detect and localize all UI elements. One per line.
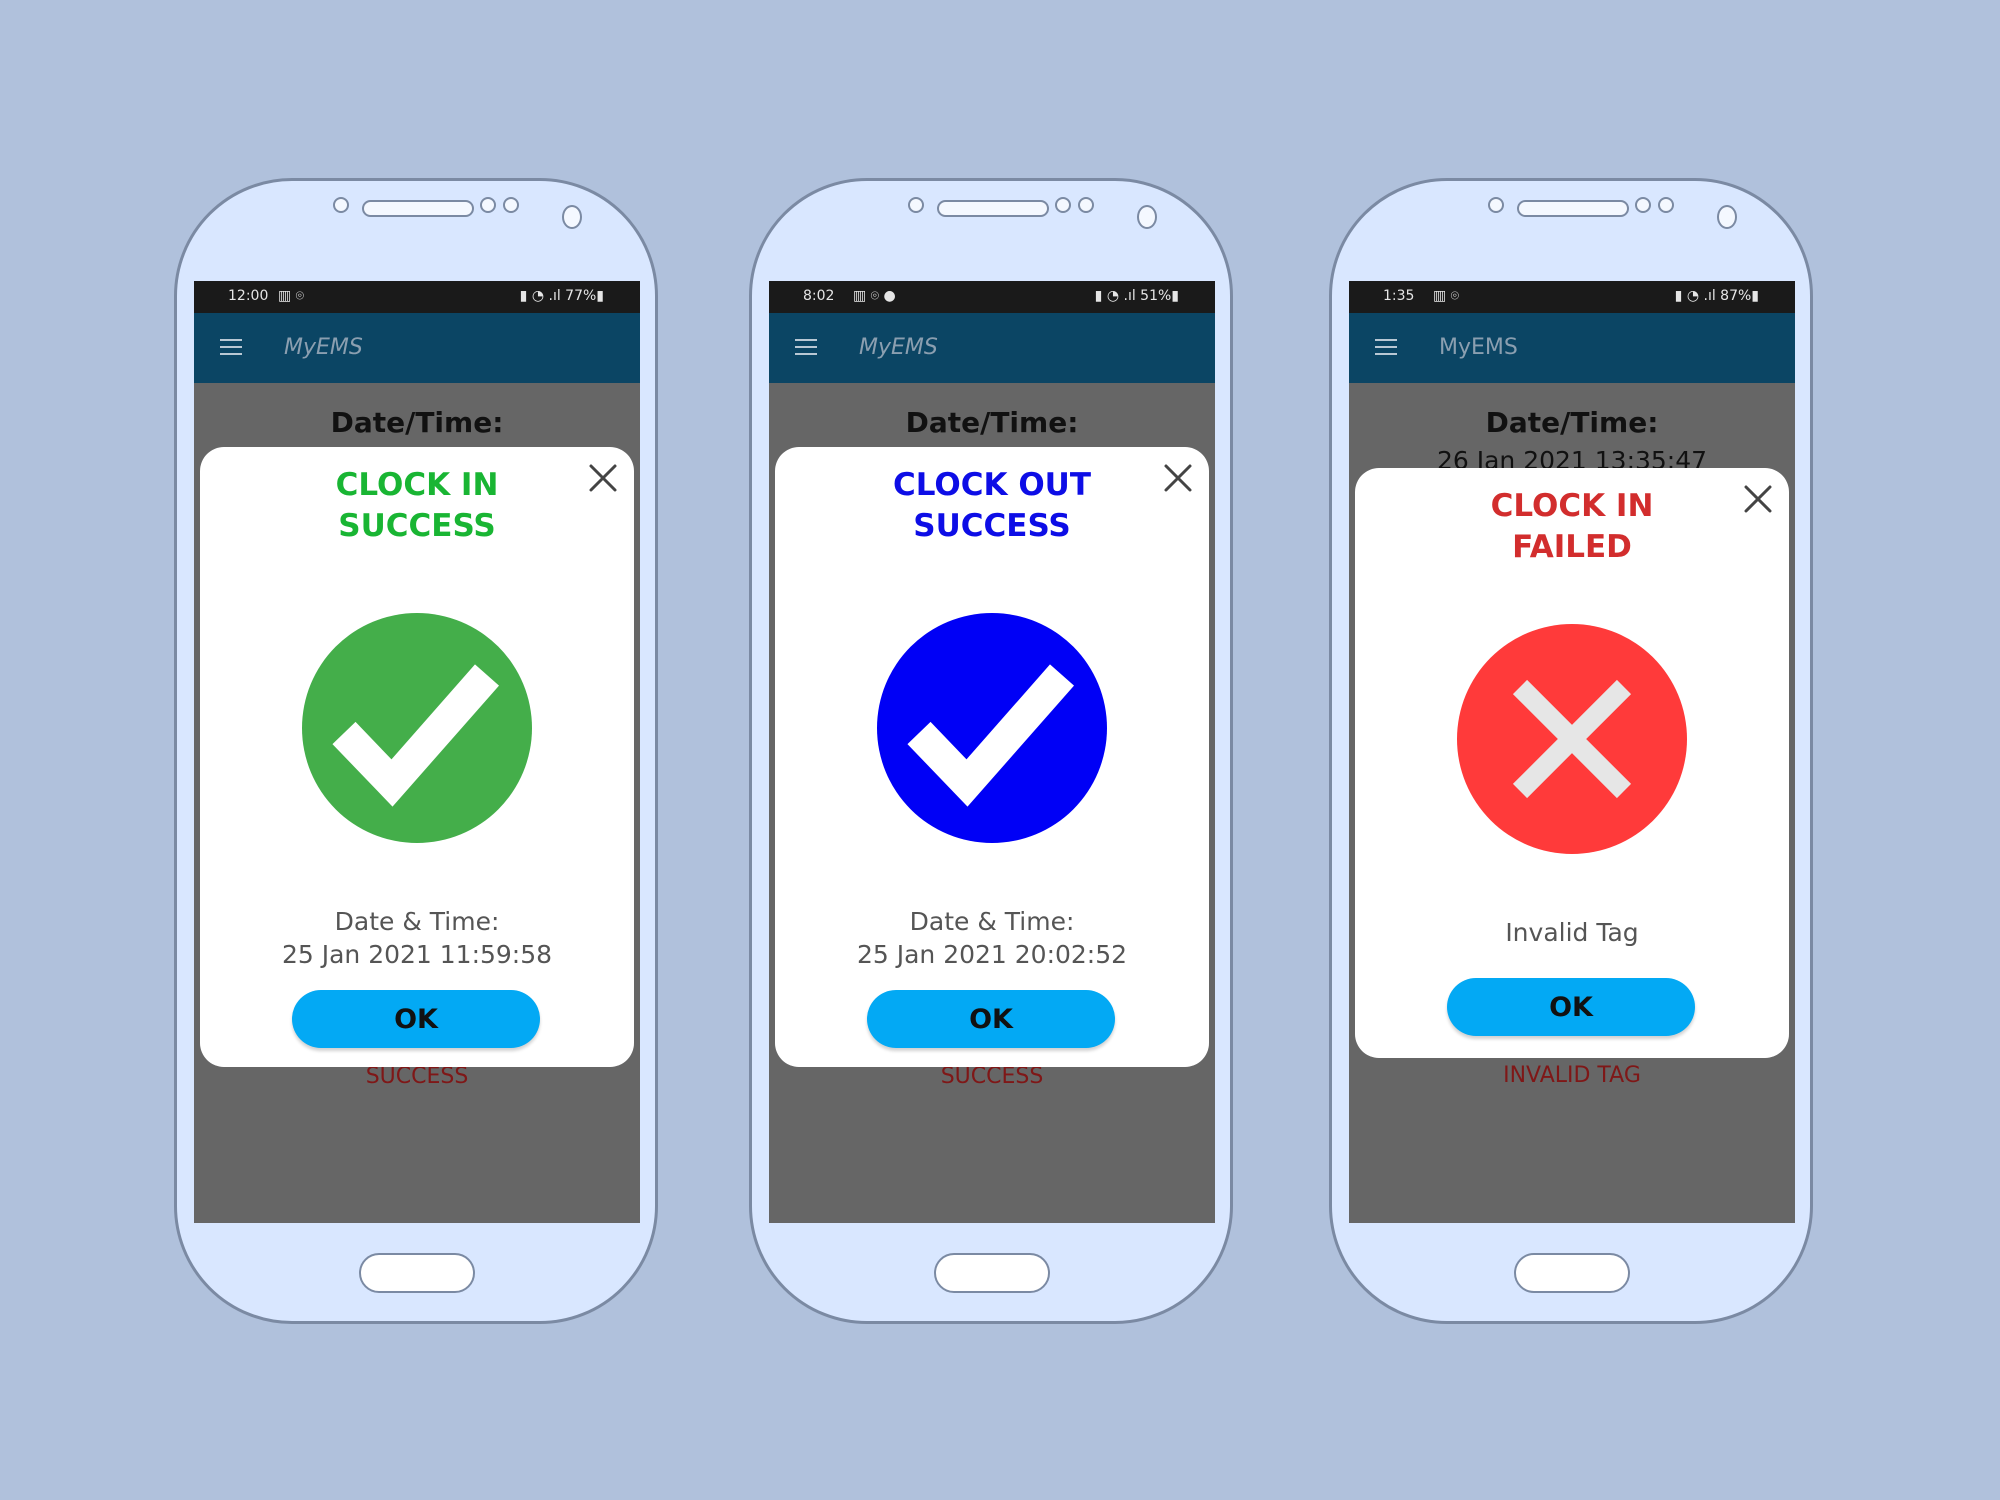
dialog-title-line1: CLOCK IN [1490, 488, 1654, 524]
phone-sensor [1055, 197, 1071, 213]
phone-mockup-clock-in-success: 12:00 ▥ ⌾ ▮ ◔ .ıl 77%▮ MyEMS Date/Time: … [174, 178, 658, 1324]
status-time: 8:02 [803, 288, 835, 304]
hamburger-menu-icon[interactable] [1375, 339, 1397, 355]
phone-mockup-clock-out-success: 8:02 ▥ ⌾ ● ▮ ◔ .ıl 51%▮ MyEMS Date/Time:… [749, 178, 1233, 1324]
x-circle-icon [1457, 624, 1687, 854]
status-time: 1:35 [1383, 288, 1415, 304]
dialog-title-line1: CLOCK IN [335, 467, 499, 503]
date-time-label: Date/Time: [330, 406, 504, 439]
phone-mockup-clock-in-failed: 1:35 ▥ ⌾ ▮ ◔ .ıl 87%▮ MyEMS Date/Time: 2… [1329, 178, 1813, 1324]
result-dialog: CLOCK OUT SUCCESS Date & Time: 25 Jan 20… [775, 447, 1209, 1067]
dialog-title: CLOCK IN FAILED [1355, 486, 1789, 568]
dialog-title: CLOCK OUT SUCCESS [775, 465, 1209, 547]
phone-speaker [937, 200, 1049, 217]
app-title: MyEMS [284, 335, 363, 360]
status-right-icons: ▮ ◔ .ıl 77%▮ [519, 288, 604, 304]
status-left-icons: ▥ ⌾ ● [853, 288, 896, 304]
phone-screen: 8:02 ▥ ⌾ ● ▮ ◔ .ıl 51%▮ MyEMS Date/Time:… [769, 281, 1215, 1223]
dialog-title-line2: FAILED [1512, 529, 1632, 565]
invalid-tag-message: Invalid Tag [1505, 918, 1639, 947]
phone-speaker [362, 200, 474, 217]
phone-sensor [1635, 197, 1651, 213]
result-text: INVALID TAG [1503, 1063, 1641, 1088]
phone-sensor [1488, 197, 1504, 213]
app-title: MyEMS [859, 335, 938, 360]
date-time-detail-label: Date & Time: [334, 907, 500, 936]
app-bar: MyEMS [194, 313, 640, 383]
status-bar: 12:00 ▥ ⌾ ▮ ◔ .ıl 77%▮ [194, 281, 640, 313]
phone-screen: 1:35 ▥ ⌾ ▮ ◔ .ıl 87%▮ MyEMS Date/Time: 2… [1349, 281, 1795, 1223]
status-left-icons: ▥ ⌾ [1433, 288, 1460, 304]
app-title: MyEMS [1439, 335, 1518, 360]
phone-camera [1717, 205, 1737, 229]
home-button[interactable] [1514, 1253, 1630, 1293]
date-time-detail-value: 25 Jan 2021 20:02:52 [856, 940, 1128, 969]
check-circle-icon [302, 613, 532, 843]
ok-button[interactable]: OK [292, 990, 540, 1048]
dialog-title: CLOCK IN SUCCESS [200, 465, 634, 547]
hamburger-menu-icon[interactable] [795, 339, 817, 355]
phone-speaker [1517, 200, 1629, 217]
hamburger-menu-icon[interactable] [220, 339, 242, 355]
date-time-label: Date/Time: [1485, 406, 1659, 439]
phone-sensor [333, 197, 349, 213]
phone-sensor [503, 197, 519, 213]
status-left-icons: ▥ ⌾ [278, 288, 305, 304]
home-button[interactable] [934, 1253, 1050, 1293]
app-bar: MyEMS [1349, 313, 1795, 383]
ok-button[interactable]: OK [1447, 978, 1695, 1036]
status-bar: 8:02 ▥ ⌾ ● ▮ ◔ .ıl 51%▮ [769, 281, 1215, 313]
home-button[interactable] [359, 1253, 475, 1293]
phone-sensor [1078, 197, 1094, 213]
result-dialog: CLOCK IN FAILED Invalid Tag OK [1355, 468, 1789, 1058]
result-text: SUCCESS [365, 1064, 469, 1089]
date-time-label: Date/Time: [905, 406, 1079, 439]
status-time: 12:00 [228, 288, 269, 304]
dialog-title-line2: SUCCESS [338, 508, 496, 544]
ok-button[interactable]: OK [867, 990, 1115, 1048]
date-time-detail-value: 25 Jan 2021 11:59:58 [281, 940, 553, 969]
dialog-title-line2: SUCCESS [913, 508, 1071, 544]
app-bar: MyEMS [769, 313, 1215, 383]
phone-camera [562, 205, 582, 229]
status-right-icons: ▮ ◔ .ıl 87%▮ [1674, 288, 1759, 304]
phone-sensor [1658, 197, 1674, 213]
status-bar: 1:35 ▥ ⌾ ▮ ◔ .ıl 87%▮ [1349, 281, 1795, 313]
result-dialog: CLOCK IN SUCCESS Date & Time: 25 Jan 202… [200, 447, 634, 1067]
result-text: SUCCESS [940, 1064, 1044, 1089]
phone-sensor [908, 197, 924, 213]
phone-camera [1137, 205, 1157, 229]
phone-screen: 12:00 ▥ ⌾ ▮ ◔ .ıl 77%▮ MyEMS Date/Time: … [194, 281, 640, 1223]
phone-sensor [480, 197, 496, 213]
status-right-icons: ▮ ◔ .ıl 51%▮ [1094, 288, 1179, 304]
dialog-title-line1: CLOCK OUT [893, 467, 1091, 503]
date-time-detail-label: Date & Time: [909, 907, 1075, 936]
check-circle-icon [877, 613, 1107, 843]
